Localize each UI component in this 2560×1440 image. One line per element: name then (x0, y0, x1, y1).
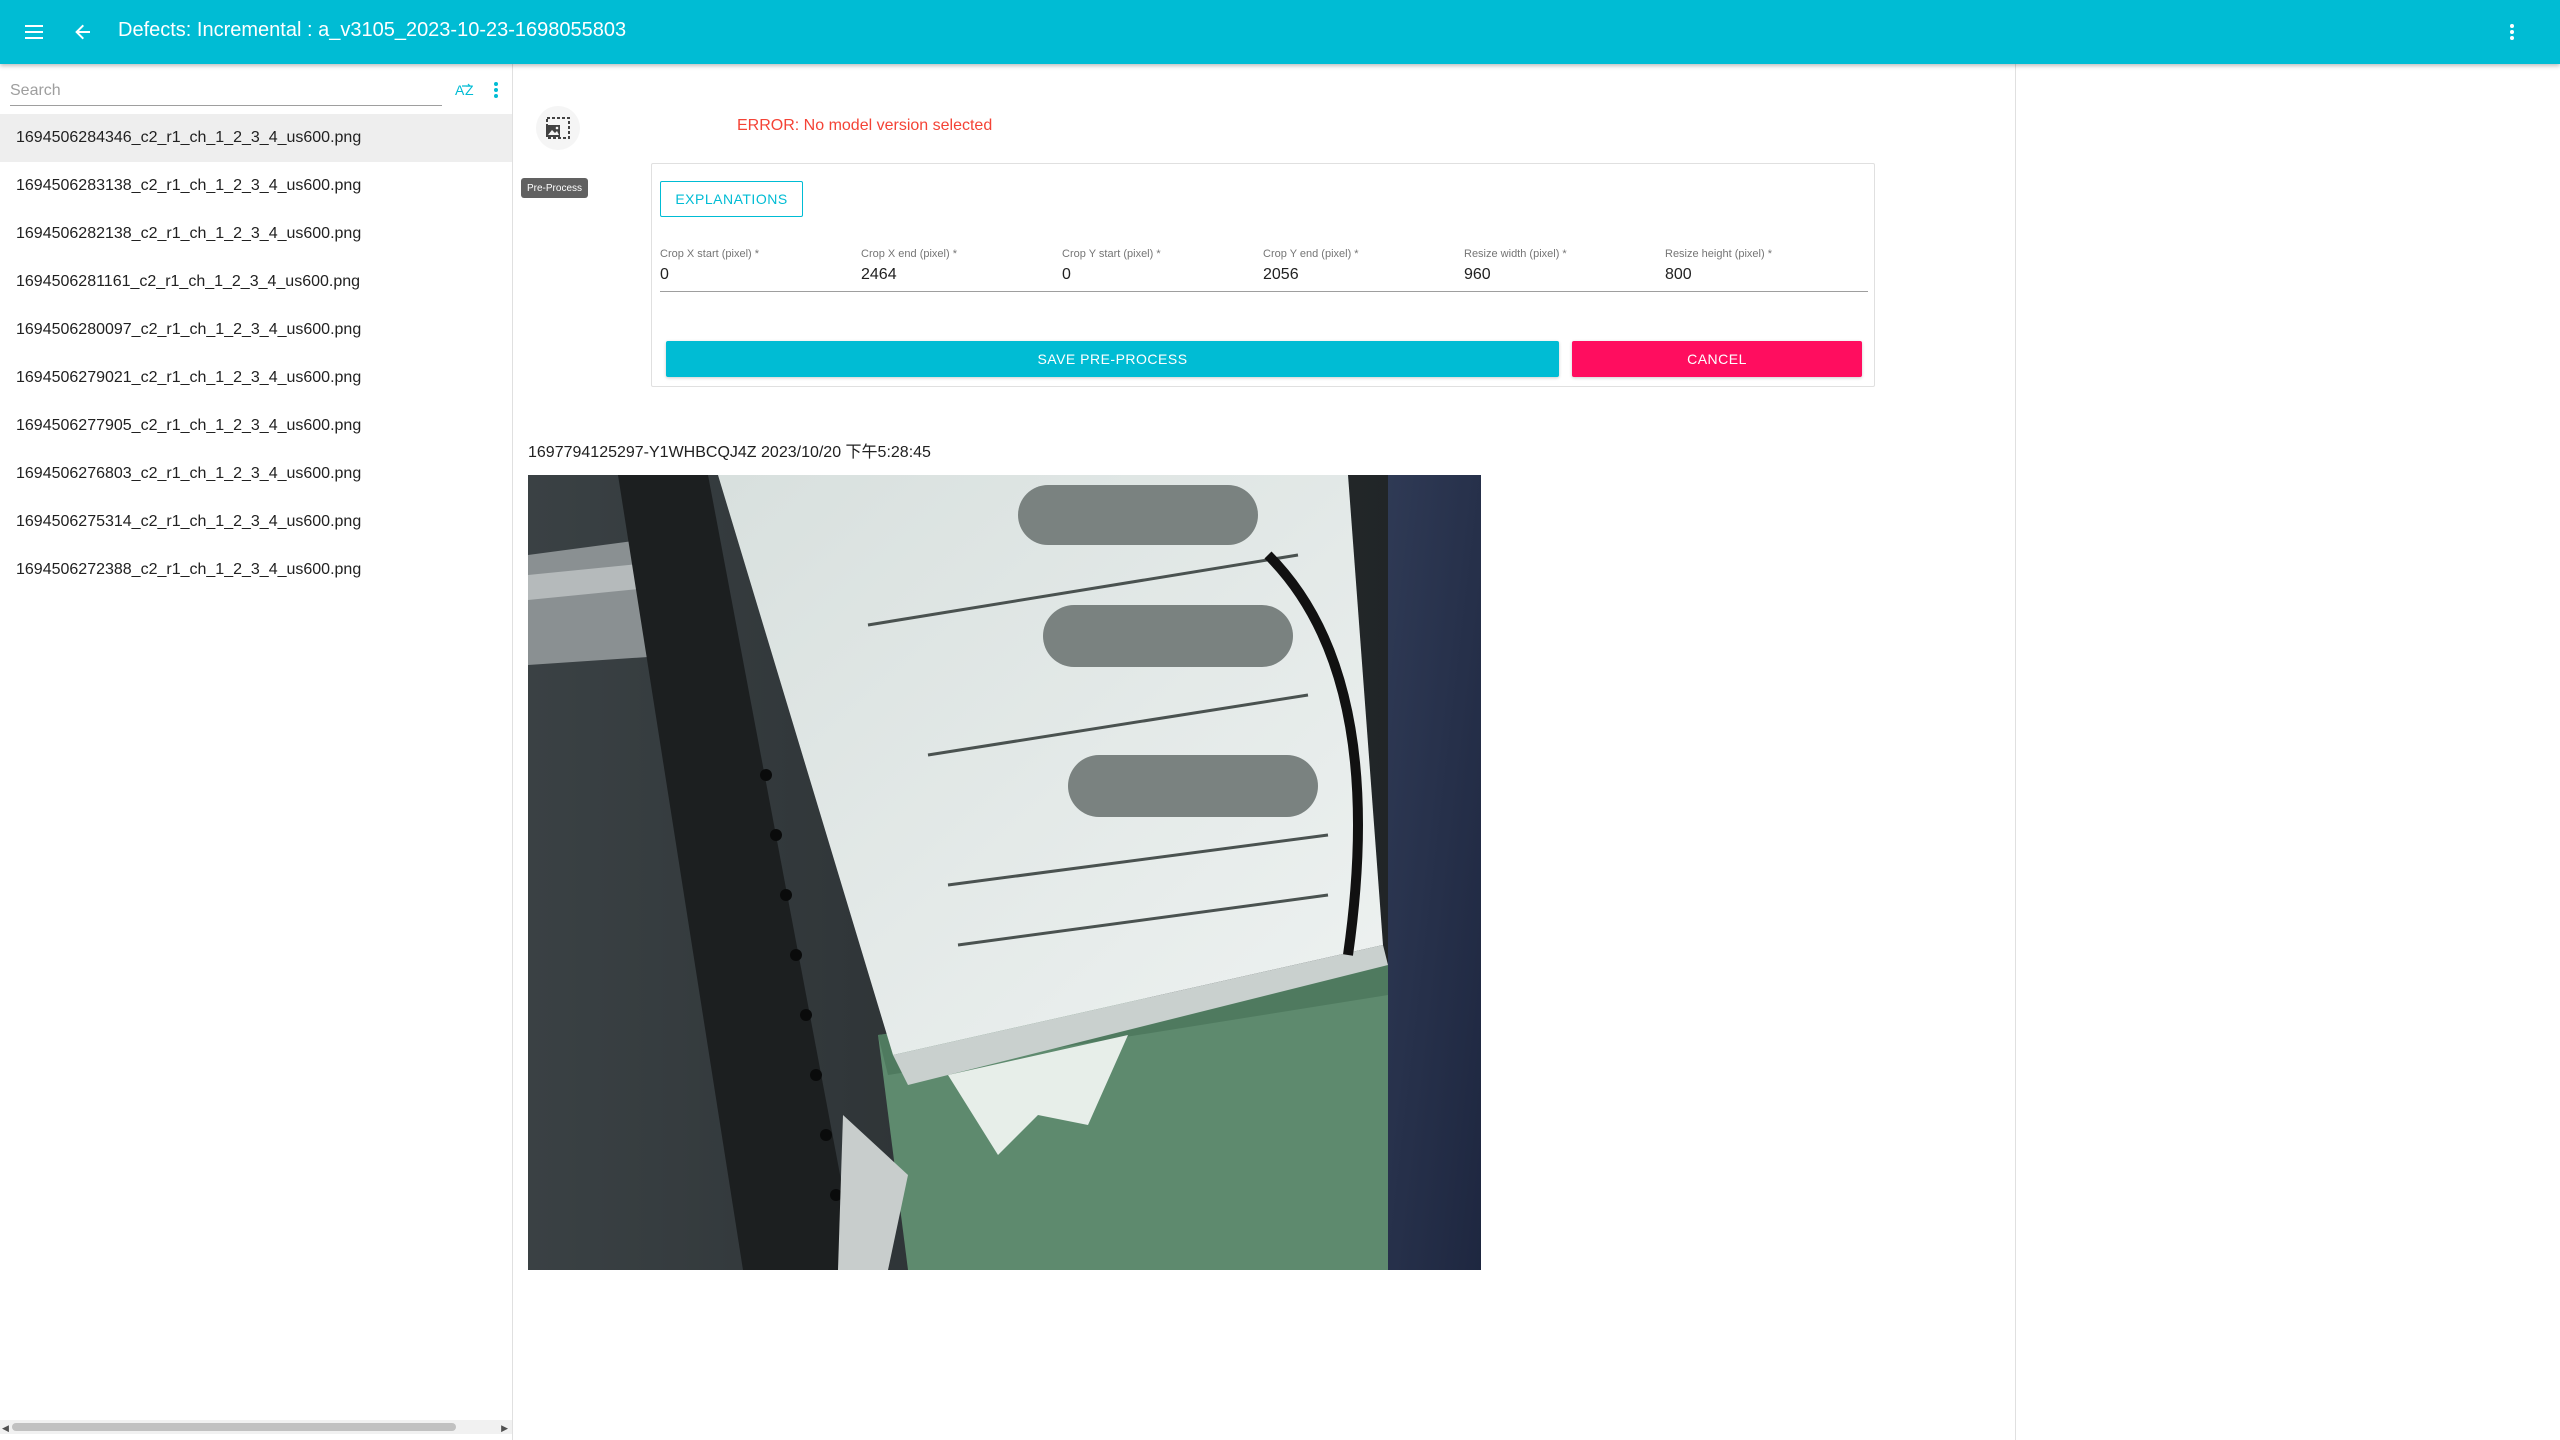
file-list-item[interactable]: 1694506284346_c2_r1_ch_1_2_3_4_us600.png (0, 114, 512, 162)
app-bar: Defects: Incremental : a_v3105_2023-10-2… (0, 0, 2560, 64)
defect-image[interactable] (528, 475, 1481, 1270)
search-box (10, 76, 442, 106)
field-value[interactable]: 800 (1665, 266, 1855, 284)
image-caption: 1697794125297-Y1WHBCQJ4Z 2023/10/20 下午5:… (528, 444, 931, 461)
field-value[interactable]: 960 (1464, 266, 1654, 284)
list-options-icon[interactable] (486, 78, 506, 102)
field-value[interactable]: 0 (660, 266, 850, 284)
preprocess-fields: Crop X start (pixel) * 0 Crop X end (pix… (660, 248, 1868, 292)
crop-y-start-field[interactable]: Crop Y start (pixel) * 0 (1062, 248, 1252, 284)
page-title: Defects: Incremental : a_v3105_2023-10-2… (118, 19, 627, 41)
file-sidebar: A Z 1694506284346_c2_r1_ch_1_2_3_4_us600… (0, 64, 513, 1440)
field-value[interactable]: 2056 (1263, 266, 1453, 284)
crop-x-end-field[interactable]: Crop X end (pixel) * 2464 (861, 248, 1051, 284)
field-label: Crop X end (pixel) * (861, 248, 957, 260)
explanations-button[interactable]: EXPLANATIONS (660, 181, 803, 217)
field-label: Crop X start (pixel) * (660, 248, 760, 260)
file-list-item[interactable]: 1694506281161_c2_r1_ch_1_2_3_4_us600.png (0, 258, 512, 306)
file-list-item[interactable]: 1694506272388_c2_r1_ch_1_2_3_4_us600.png (0, 546, 512, 594)
sort-az-icon[interactable]: A Z (454, 78, 478, 102)
file-list-item[interactable]: 1694506275314_c2_r1_ch_1_2_3_4_us600.png (0, 498, 512, 546)
resize-width-field[interactable]: Resize width (pixel) * 960 (1464, 248, 1654, 284)
main-content: Pre-Process ERROR: No model version sele… (514, 64, 2015, 1440)
more-vert-icon[interactable] (2494, 14, 2530, 50)
file-list-item[interactable]: 1694506282138_c2_r1_ch_1_2_3_4_us600.png (0, 210, 512, 258)
file-list-item[interactable]: 1694506276803_c2_r1_ch_1_2_3_4_us600.png (0, 450, 512, 498)
file-list-item[interactable]: 1694506279021_c2_r1_ch_1_2_3_4_us600.png (0, 354, 512, 402)
field-label: Crop Y end (pixel) * (1263, 248, 1359, 260)
field-value[interactable]: 2464 (861, 266, 1051, 284)
horizontal-scrollbar[interactable]: ◀ ▶ (0, 1420, 512, 1434)
error-message: ERROR: No model version selected (737, 117, 993, 134)
save-preprocess-button[interactable]: SAVE PRE-PROCESS (666, 341, 1559, 377)
field-label: Resize width (pixel) * (1464, 248, 1567, 260)
scroll-left-icon[interactable]: ◀ (2, 1423, 9, 1434)
svg-text:A: A (455, 82, 465, 98)
svg-text:Z: Z (465, 82, 474, 98)
preprocess-tooltip: Pre-Process (521, 178, 589, 198)
preprocess-card: EXPLANATIONS Crop X start (pixel) * 0 Cr… (651, 163, 1875, 387)
field-label: Resize height (pixel) * (1665, 248, 1772, 260)
scrollbar-thumb[interactable] (12, 1423, 456, 1431)
file-list: 1694506284346_c2_r1_ch_1_2_3_4_us600.png… (0, 114, 512, 594)
scroll-right-icon[interactable]: ▶ (501, 1423, 508, 1434)
crop-x-start-field[interactable]: Crop X start (pixel) * 0 (660, 248, 850, 284)
image-crop-icon[interactable] (536, 106, 580, 150)
file-list-item[interactable]: 1694506277905_c2_r1_ch_1_2_3_4_us600.png (0, 402, 512, 450)
arrow-back-icon[interactable] (65, 14, 101, 50)
file-list-item[interactable]: 1694506283138_c2_r1_ch_1_2_3_4_us600.png (0, 162, 512, 210)
field-label: Crop Y start (pixel) * (1062, 248, 1161, 260)
search-input[interactable] (10, 76, 442, 105)
crop-y-end-field[interactable]: Crop Y end (pixel) * 2056 (1263, 248, 1453, 284)
file-list-item[interactable]: 1694506280097_c2_r1_ch_1_2_3_4_us600.png (0, 306, 512, 354)
field-value[interactable]: 0 (1062, 266, 1252, 284)
right-panel-divider (2015, 64, 2016, 1440)
resize-height-field[interactable]: Resize height (pixel) * 800 (1665, 248, 1855, 284)
cancel-button[interactable]: CANCEL (1572, 341, 1862, 377)
menu-icon[interactable] (17, 14, 53, 50)
